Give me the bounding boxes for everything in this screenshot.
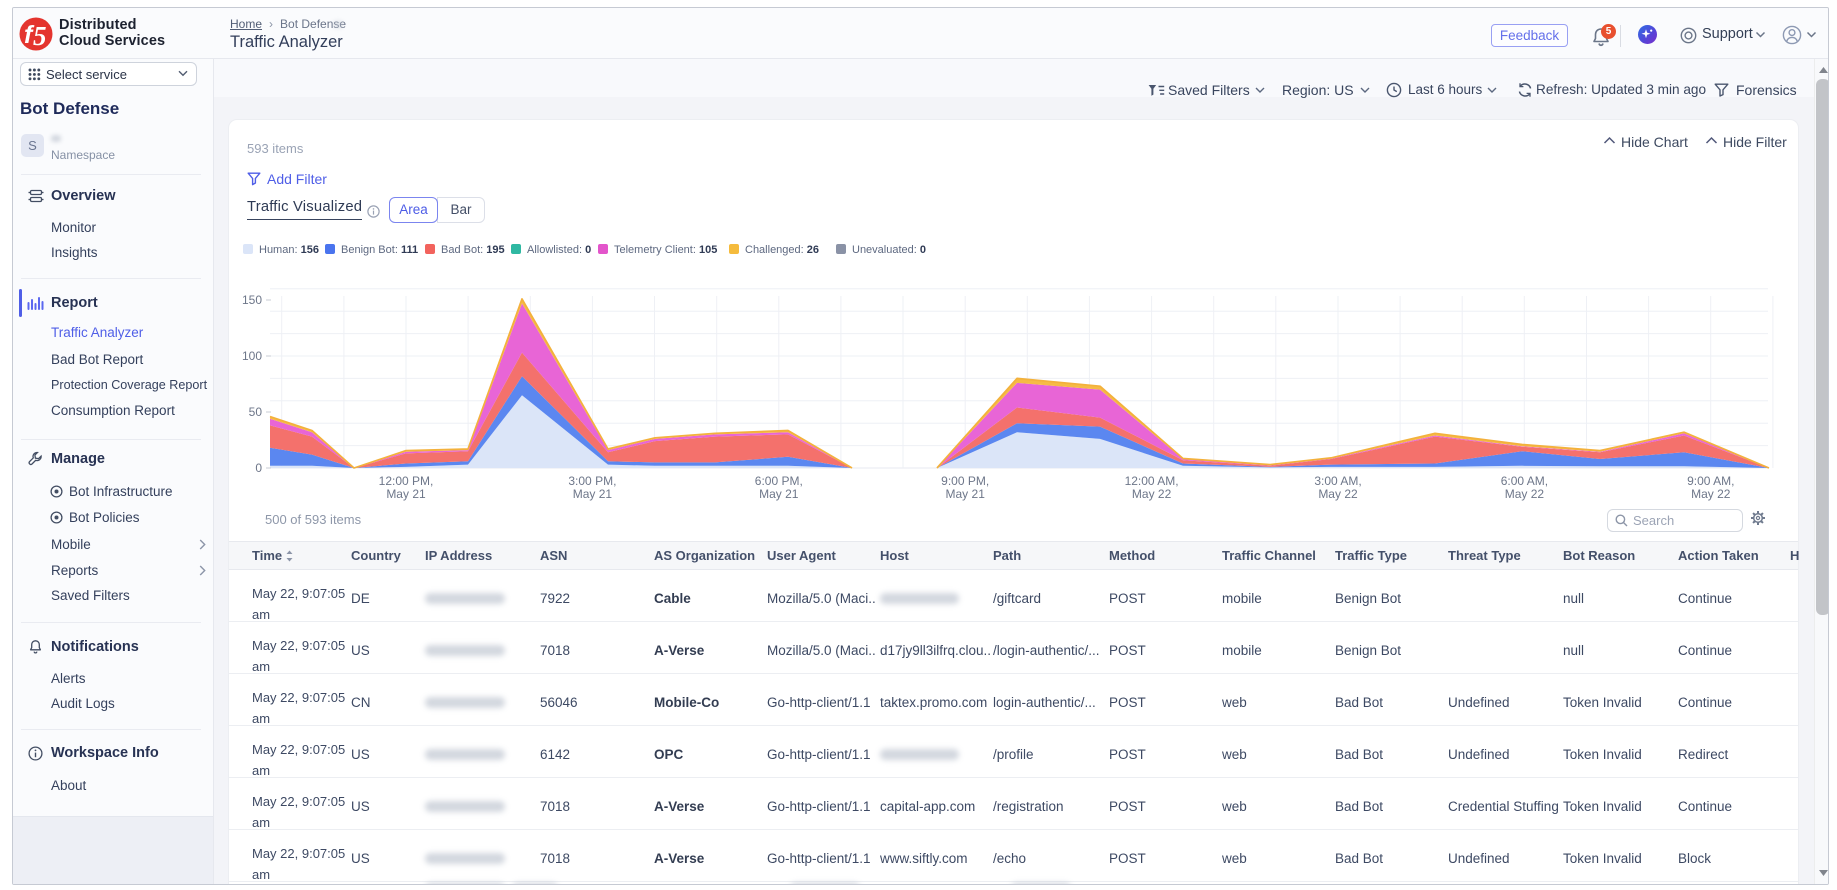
svg-text:3:00 PM,: 3:00 PM,	[568, 474, 616, 488]
svg-text:May 21: May 21	[759, 487, 799, 501]
svg-text:6:00 PM,: 6:00 PM,	[755, 474, 803, 488]
svg-text:3:00 AM,: 3:00 AM,	[1314, 474, 1361, 488]
svg-text:0: 0	[255, 461, 262, 475]
svg-text:150: 150	[242, 293, 262, 307]
svg-text:May 22: May 22	[1132, 487, 1172, 501]
svg-text:May 21: May 21	[946, 487, 986, 501]
svg-text:5: 5	[33, 21, 47, 51]
svg-text:50: 50	[249, 405, 263, 419]
svg-text:9:00 AM,: 9:00 AM,	[1687, 474, 1734, 488]
svg-text:6:00 AM,: 6:00 AM,	[1501, 474, 1548, 488]
svg-text:May 22: May 22	[1691, 487, 1731, 501]
svg-text:May 21: May 21	[573, 487, 613, 501]
svg-text:May 21: May 21	[386, 487, 426, 501]
svg-text:12:00 PM,: 12:00 PM,	[379, 474, 434, 488]
svg-text:12:00 AM,: 12:00 AM,	[1125, 474, 1179, 488]
svg-text:May 22: May 22	[1505, 487, 1545, 501]
svg-text:May 22: May 22	[1318, 487, 1358, 501]
svg-text:9:00 PM,: 9:00 PM,	[941, 474, 989, 488]
svg-text:100: 100	[242, 349, 262, 363]
